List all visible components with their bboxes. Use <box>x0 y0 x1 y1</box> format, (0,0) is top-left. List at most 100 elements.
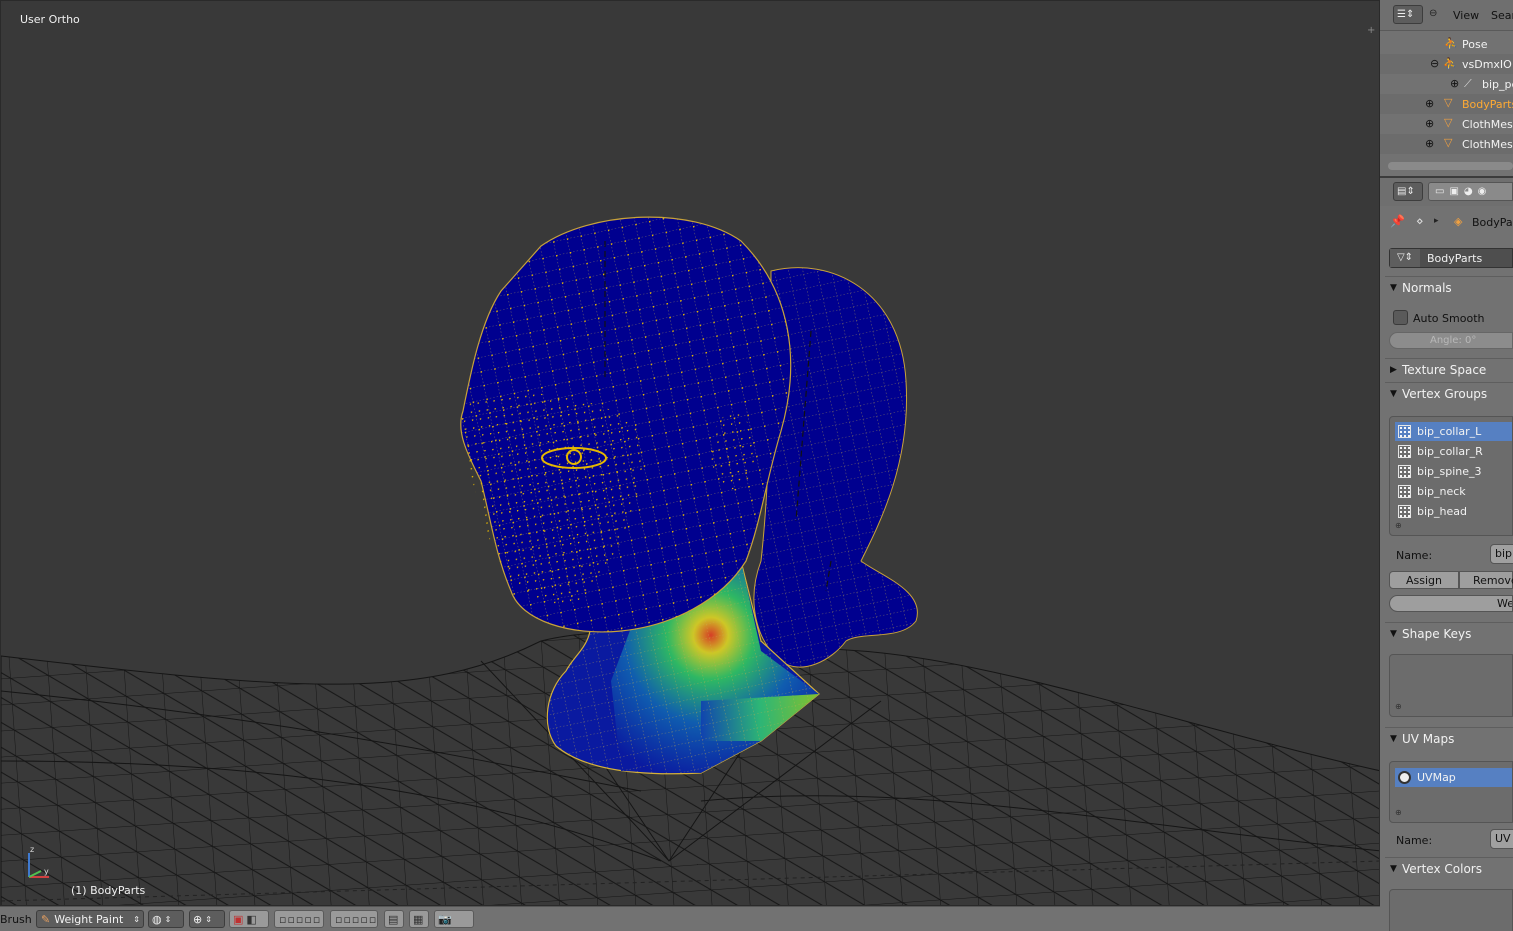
vertex-group-item[interactable]: bip_spine_3 <box>1395 462 1512 481</box>
pin-icon[interactable]: 📌 <box>1390 214 1405 228</box>
panel-texture-space[interactable]: ▶ Texture Space <box>1390 359 1486 381</box>
render-icon: ▦ <box>413 912 424 926</box>
vertex-group-item[interactable]: bip_head <box>1395 502 1512 521</box>
outliner-label: BodyParts <box>1462 98 1513 111</box>
3d-view-header: Brush ✎ Weight Paint ⇕ ◍ ⇕ ⊕ ⇕ ▣ ◧ ▫▫▫▫▫ ▫▫… <box>0 906 1380 931</box>
context-tabs[interactable]: ▭▣◕◉ <box>1428 182 1513 201</box>
pivot-point-selector[interactable]: ⊕ ⇕ <box>189 910 225 928</box>
vertex-group-label: bip_collar_L <box>1417 425 1482 438</box>
active-object-label: (1) BodyParts <box>71 884 146 897</box>
menu-search[interactable]: Sear <box>1491 9 1513 22</box>
list-resize-handle-icon[interactable]: ⊕ <box>1395 702 1402 711</box>
panel-uv-maps[interactable]: ▼ UV Maps <box>1390 728 1454 750</box>
editor-type-selector[interactable]: ☰⇕ <box>1393 5 1423 24</box>
vertex-group-icon <box>1398 445 1411 458</box>
panel-title: UV Maps <box>1402 732 1455 746</box>
panel-shape-keys[interactable]: ▼ Shape Keys <box>1390 623 1471 645</box>
axis-gizmo: z y <box>28 845 49 878</box>
layer-buttons-1[interactable]: ▫▫▫▫▫ <box>274 910 324 928</box>
mesh-triangle-icon: ▽ <box>1444 116 1453 129</box>
editor-type-selector[interactable]: ▤⇕ <box>1393 182 1423 201</box>
vertex-group-name-label: Name: <box>1396 549 1433 562</box>
scene-icon[interactable]: ▣ <box>1449 186 1463 197</box>
outliner-label: ClothMesh <box>1462 138 1513 151</box>
mode-selector[interactable]: ✎ Weight Paint ⇕ <box>36 910 144 928</box>
vertex-group-item[interactable]: bip_neck <box>1395 482 1512 501</box>
updown-arrows-icon: ⇕ <box>133 914 140 924</box>
vertex-group-label: bip_spine_3 <box>1417 465 1482 478</box>
outliner-label: Pose <box>1462 38 1488 51</box>
uv-map-name-field[interactable]: UV <box>1490 829 1513 849</box>
vertex-group-name-field[interactable]: bip <box>1490 544 1513 564</box>
shape-key-list[interactable]: ⊕ <box>1389 654 1513 717</box>
panel-vertex-colors[interactable]: ▼ Vertex Colors <box>1390 858 1482 880</box>
uv-map-item[interactable]: UVMap <box>1395 768 1512 787</box>
vertex-group-item[interactable]: bip_collar_R <box>1395 442 1512 461</box>
vertex-group-icon <box>1398 425 1411 438</box>
assign-button[interactable]: Assign <box>1389 571 1459 589</box>
auto-smooth-checkbox[interactable] <box>1393 310 1408 325</box>
mask-icon: ▣ <box>233 912 244 926</box>
weight-paint-scene[interactable] <box>1 1 1380 906</box>
vertex-group-list[interactable]: bip_collar_L bip_collar_R bip_spine_3 bi… <box>1389 416 1513 536</box>
armature-pose-icon: ⛹ <box>1444 37 1458 50</box>
outliner-label: ClothMesh <box>1462 118 1513 131</box>
right-editors: ☰⇕ ⊖ View Sear ⛹ Pose ⊖ ⛹ vsDmxIO S ⊕ ⟋ … <box>1380 0 1513 931</box>
panel-vertex-groups[interactable]: ▼ Vertex Groups <box>1390 383 1487 405</box>
3d-viewport[interactable]: User Ortho + z y (1) BodyParts <box>0 0 1380 906</box>
object-data-icon: ⋄ <box>1416 214 1424 228</box>
face-mask-toggle[interactable]: ▣ ◧ <box>229 910 269 928</box>
expanded-triangle-icon: ▼ <box>1390 629 1397 639</box>
panel-normals[interactable]: ▼ Normals <box>1390 277 1452 299</box>
properties-editor: ▤⇕ ▭▣◕◉ 📌 ⋄ ▸ ◈ BodyParts ▽⇕ BodyParts ▼… <box>1380 178 1513 931</box>
outliner-label: bip_pe <box>1482 78 1513 91</box>
expand-icon[interactable]: ⊕ <box>1450 77 1459 90</box>
outliner-row-clothmesh-1[interactable]: ⊕ ▽ ClothMesh <box>1380 114 1513 134</box>
bone-icon: ⟋ <box>1464 77 1472 90</box>
panel-title: Vertex Colors <box>1402 862 1482 876</box>
brush-menu[interactable]: Brush <box>0 913 32 926</box>
lock-layers-button[interactable]: ▤ <box>384 910 404 928</box>
render-border-button[interactable]: ▦ <box>409 910 429 928</box>
world-icon[interactable]: ◕ <box>1464 186 1478 197</box>
auto-smooth-label: Auto Smooth <box>1413 312 1485 325</box>
remove-button[interactable]: Remove <box>1459 571 1513 589</box>
menu-view[interactable]: View <box>1453 9 1479 22</box>
outliner-header: ☰⇕ ⊖ View Sear <box>1380 0 1513 31</box>
expand-icon[interactable]: ⊕ <box>1425 97 1434 110</box>
expanded-triangle-icon: ▼ <box>1390 734 1397 744</box>
outliner: ☰⇕ ⊖ View Sear ⛹ Pose ⊖ ⛹ vsDmxIO S ⊕ ⟋ … <box>1380 0 1513 178</box>
outliner-row-vsdmxio[interactable]: ⊖ ⛹ vsDmxIO S <box>1380 54 1513 74</box>
outliner-row-bodyparts[interactable]: ⊕ ▽ BodyParts <box>1380 94 1513 114</box>
expand-icon[interactable]: ⊕ <box>1425 137 1434 150</box>
pivot-icon: ⊕ <box>193 912 203 926</box>
vertex-color-list[interactable] <box>1389 889 1513 931</box>
outliner-scrollbar[interactable] <box>1388 162 1513 170</box>
mode-label: Weight Paint <box>54 912 124 926</box>
weight-paint-icon: ✎ <box>41 912 51 926</box>
render-icon[interactable]: ▭ <box>1435 186 1449 197</box>
vertex-group-item[interactable]: bip_collar_L <box>1395 422 1512 441</box>
list-resize-handle-icon[interactable]: ⊕ <box>1395 808 1402 817</box>
mesh-name: BodyParts <box>1427 252 1483 265</box>
viewport-shading-selector[interactable]: ◍ ⇕ <box>148 910 184 928</box>
outliner-row-clothmesh-2[interactable]: ⊕ ▽ ClothMesh <box>1380 134 1513 154</box>
list-resize-handle-icon[interactable]: ⊕ <box>1395 521 1402 530</box>
weight-field[interactable]: We <box>1389 595 1513 612</box>
layer-buttons-2[interactable]: ▫▫▫▫▫ <box>330 910 378 928</box>
uv-map-list[interactable]: UVMap ⊕ <box>1389 761 1513 823</box>
outliner-row-pose[interactable]: ⛹ Pose <box>1380 34 1513 54</box>
uv-map-name-label: Name: <box>1396 834 1433 847</box>
vertex-group-label: bip_collar_R <box>1417 445 1483 458</box>
angle-field: Angle: 0° <box>1389 332 1513 349</box>
collapse-icon[interactable]: ⊖ <box>1430 57 1439 70</box>
collapse-icon[interactable]: ⊖ <box>1429 8 1437 19</box>
mesh-datablock-field[interactable]: ▽⇕ BodyParts <box>1389 248 1513 268</box>
expanded-triangle-icon: ▼ <box>1390 283 1397 293</box>
object-icon[interactable]: ◉ <box>1478 186 1492 197</box>
opengl-render-buttons[interactable]: 📷 <box>434 910 474 928</box>
updown-arrows-icon: ⇕ <box>164 914 172 924</box>
outliner-row-bip-pelvis[interactable]: ⊕ ⟋ bip_pe <box>1380 74 1513 94</box>
mesh-icon[interactable]: ▽⇕ <box>1390 249 1420 267</box>
expand-icon[interactable]: ⊕ <box>1425 117 1434 130</box>
